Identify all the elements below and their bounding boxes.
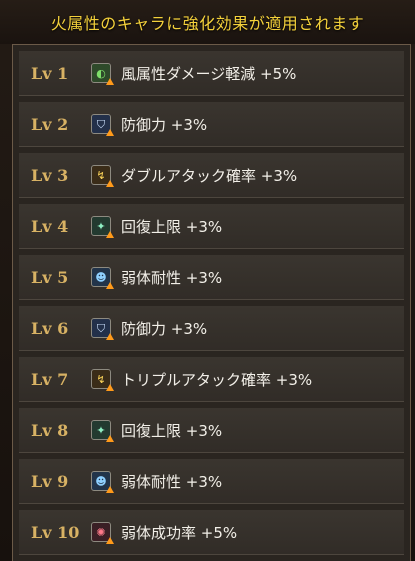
level-row: Lv 5 ☻ 弱体耐性 +3% (19, 255, 404, 300)
level-label: Lv 1 (31, 63, 69, 83)
level-label: Lv 2 (31, 114, 69, 134)
debuff-resist-icon: ☻ (91, 471, 114, 493)
level-label: Lv 4 (31, 216, 69, 236)
defense-shield-icon: ⛉ (91, 318, 114, 340)
bonus-panel-frame: 火属性のキャラに強化効果が適用されます Lv 1 ◐ 風属性ダメージ軽減 +5%… (0, 0, 415, 561)
defense-shield-icon: ⛉ (91, 114, 114, 136)
level-label: Lv 9 (31, 471, 69, 491)
level-label: Lv 5 (31, 267, 69, 287)
effect-text: 防御力 +3% (121, 115, 208, 134)
level-row: Lv 1 ◐ 風属性ダメージ軽減 +5% (19, 51, 404, 96)
effect-text: ダブルアタック確率 +3% (121, 166, 298, 185)
effect-text: トリプルアタック確率 +3% (121, 370, 313, 389)
level-row: Lv 8 ✦ 回復上限 +3% (19, 408, 404, 453)
heal-cap-icon: ✦ (91, 216, 114, 238)
level-row: Lv 7 ↯ トリプルアタック確率 +3% (19, 357, 404, 402)
level-bonus-list: Lv 1 ◐ 風属性ダメージ軽減 +5% Lv 2 ⛉ 防御力 +3% Lv 3… (12, 44, 411, 561)
effect-text: 回復上限 +3% (121, 421, 223, 440)
level-label: Lv 3 (31, 165, 69, 185)
level-row: Lv 9 ☻ 弱体耐性 +3% (19, 459, 404, 504)
wind-resist-icon: ◐ (91, 63, 114, 85)
level-row: Lv 3 ↯ ダブルアタック確率 +3% (19, 153, 404, 198)
level-row: Lv 4 ✦ 回復上限 +3% (19, 204, 404, 249)
level-label: Lv 7 (31, 369, 69, 389)
effect-text: 回復上限 +3% (121, 217, 223, 236)
level-row: Lv 6 ⛉ 防御力 +3% (19, 306, 404, 351)
effect-text: 弱体耐性 +3% (121, 472, 223, 491)
effect-text: 風属性ダメージ軽減 +5% (121, 64, 297, 83)
level-row: Lv 2 ⛉ 防御力 +3% (19, 102, 404, 147)
effect-text: 防御力 +3% (121, 319, 208, 338)
effect-text: 弱体耐性 +3% (121, 268, 223, 287)
level-label: Lv 10 (31, 522, 80, 542)
debuff-resist-icon: ☻ (91, 267, 114, 289)
level-row: Lv 10 ✺ 弱体成功率 +5% (19, 510, 404, 555)
triple-attack-icon: ↯ (91, 369, 114, 391)
element-bonus-banner: 火属性のキャラに強化効果が適用されます (0, 0, 415, 44)
debuff-success-icon: ✺ (91, 522, 114, 544)
level-label: Lv 8 (31, 420, 69, 440)
level-label: Lv 6 (31, 318, 69, 338)
banner-text: 火属性のキャラに強化効果が適用されます (50, 14, 365, 33)
heal-cap-icon: ✦ (91, 420, 114, 442)
double-attack-icon: ↯ (91, 165, 114, 187)
effect-text: 弱体成功率 +5% (121, 523, 238, 542)
